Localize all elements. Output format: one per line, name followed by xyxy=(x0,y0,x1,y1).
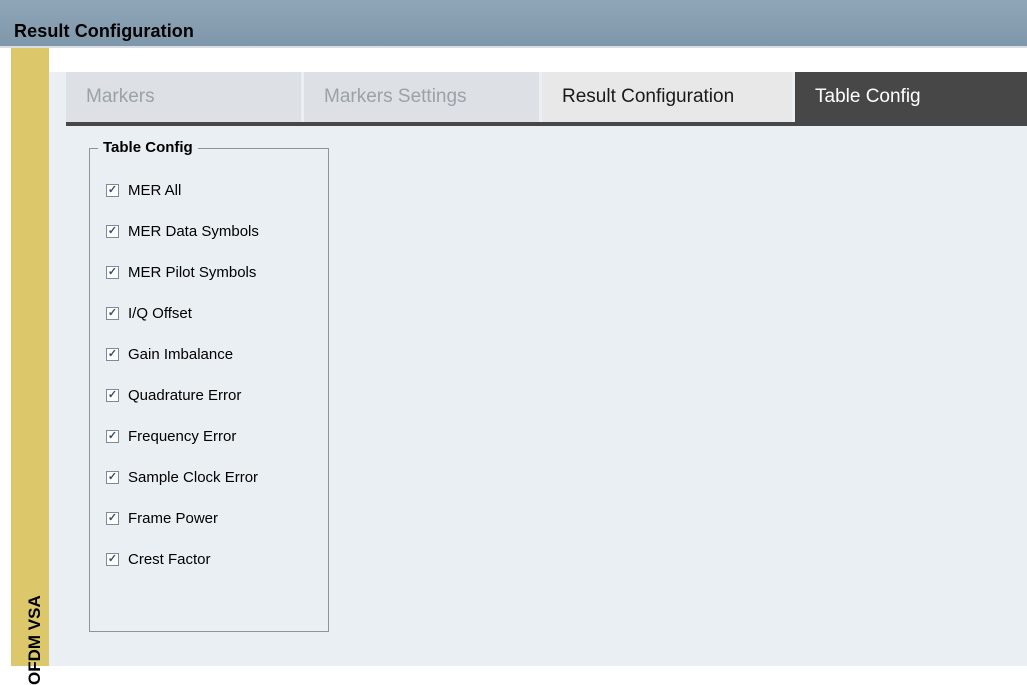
tab-table-config[interactable]: Table Config xyxy=(795,72,1027,122)
checkbox-label: Sample Clock Error xyxy=(128,468,259,486)
checkbox-icon[interactable]: ✓ xyxy=(106,183,119,197)
content-top-spacer xyxy=(49,48,1027,72)
checkbox-mer-data-symbols[interactable]: ✓ MER Data Symbols xyxy=(106,220,259,242)
window-title: Result Configuration xyxy=(14,21,194,41)
checkbox-icon[interactable]: ✓ xyxy=(106,511,119,525)
tab-markers[interactable]: Markers xyxy=(66,72,301,122)
checkbox-label: Gain Imbalance xyxy=(128,345,234,363)
checkbox-frame-power[interactable]: ✓ Frame Power xyxy=(106,507,218,529)
checkbox-frequency-error[interactable]: ✓ Frequency Error xyxy=(106,425,236,447)
checkbox-quadrature-error[interactable]: ✓ Quadrature Error xyxy=(106,384,241,406)
checkbox-icon[interactable]: ✓ xyxy=(106,429,119,443)
checkbox-label: Quadrature Error xyxy=(128,386,242,404)
checkbox-icon[interactable]: ✓ xyxy=(106,388,119,402)
checkbox-label: MER Data Symbols xyxy=(128,222,259,240)
tab-underline xyxy=(66,122,1027,126)
side-panel-strip[interactable]: OFDM VSA xyxy=(11,48,49,685)
checkbox-icon[interactable]: ✓ xyxy=(106,347,119,361)
checkbox-crest-factor[interactable]: ✓ Crest Factor xyxy=(106,548,211,570)
tab-markers-settings[interactable]: Markers Settings xyxy=(304,72,539,122)
checkbox-icon[interactable]: ✓ xyxy=(106,224,119,238)
checkbox-label: Frequency Error xyxy=(128,427,237,445)
checkbox-mer-pilot-symbols[interactable]: ✓ MER Pilot Symbols xyxy=(106,261,256,283)
checkbox-label: Crest Factor xyxy=(128,550,211,568)
checkbox-icon[interactable]: ✓ xyxy=(106,552,119,566)
checkbox-label: MER Pilot Symbols xyxy=(128,263,257,281)
checkbox-mer-all[interactable]: ✓ MER All xyxy=(106,179,181,201)
checkbox-gain-imbalance[interactable]: ✓ Gain Imbalance xyxy=(106,343,233,365)
checkbox-sample-clock-error[interactable]: ✓ Sample Clock Error xyxy=(106,466,258,488)
side-panel-label: OFDM VSA xyxy=(25,595,44,685)
title-bar: Result Configuration xyxy=(0,0,1027,48)
group-title: Table Config xyxy=(98,139,198,156)
dialog-content: Markers Markers Settings Result Configur… xyxy=(49,48,1027,666)
tab-result-configuration[interactable]: Result Configuration xyxy=(542,72,792,122)
checkbox-iq-offset[interactable]: ✓ I/Q Offset xyxy=(106,302,192,324)
table-config-group: Table Config ✓ MER All ✓ MER Data Symbol… xyxy=(89,139,329,632)
tab-strip: Markers Markers Settings Result Configur… xyxy=(66,72,1027,122)
checkbox-icon[interactable]: ✓ xyxy=(106,306,119,320)
checkbox-label: I/Q Offset xyxy=(128,304,192,322)
checkbox-icon[interactable]: ✓ xyxy=(106,470,119,484)
checkbox-label: Frame Power xyxy=(128,509,219,527)
checkbox-label: MER All xyxy=(128,181,182,199)
checkbox-icon[interactable]: ✓ xyxy=(106,265,119,279)
